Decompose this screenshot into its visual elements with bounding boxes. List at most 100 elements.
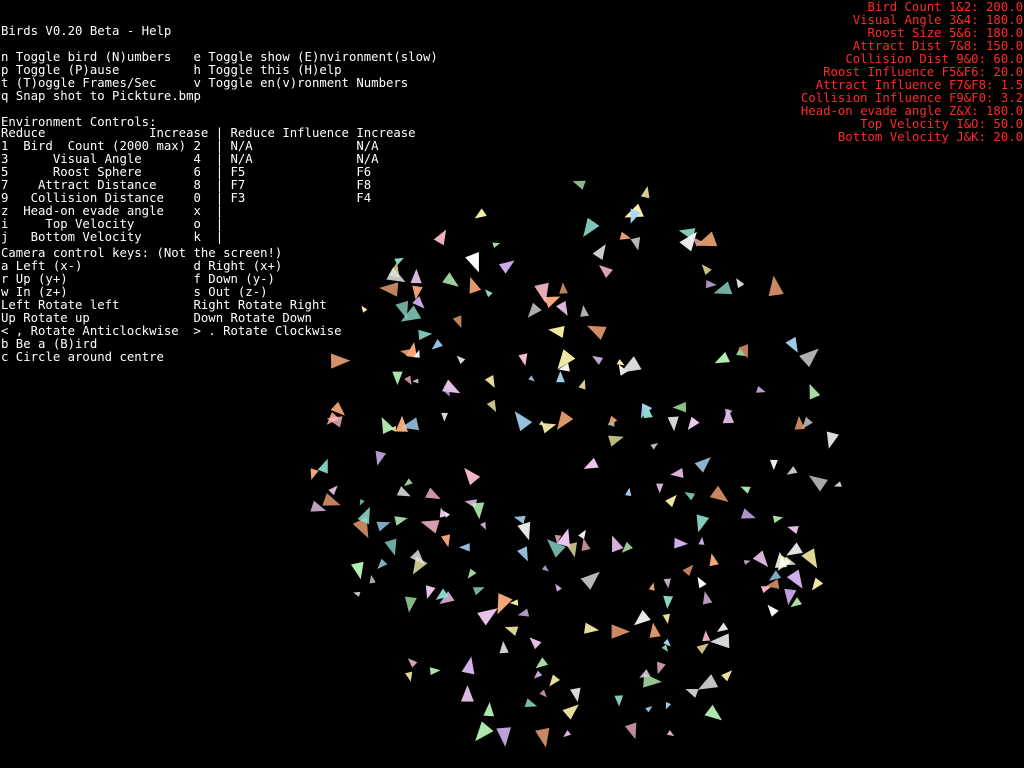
environment-line: j Bottom Velocity k |: [1, 230, 224, 244]
help-toggle-line: q Snap shot to Pickture.bmp: [1, 89, 201, 103]
bird: [452, 315, 462, 328]
bird: [656, 483, 664, 494]
bird: [425, 487, 441, 500]
bird: [633, 609, 651, 626]
bird: [418, 329, 433, 341]
bird: [570, 687, 581, 703]
bird: [458, 543, 470, 552]
flock-viewport[interactable]: Birds V0.20 Beta - Help n Toggle bird (N…: [0, 0, 1024, 768]
bird: [516, 546, 528, 562]
bird: [667, 416, 679, 432]
bird: [583, 457, 599, 469]
bird: [768, 570, 782, 581]
bird: [608, 435, 624, 447]
bird: [598, 265, 613, 278]
bird: [786, 542, 803, 556]
bird: [702, 630, 711, 642]
bird: [662, 613, 671, 624]
bird: [361, 305, 368, 313]
bird: [808, 475, 828, 492]
help-title: Birds V0.20 Beta - Help: [1, 24, 172, 38]
bird: [702, 591, 713, 605]
bird: [557, 410, 574, 430]
bird: [350, 561, 364, 580]
bird: [392, 371, 403, 386]
bird: [420, 520, 440, 534]
bird: [513, 515, 526, 525]
bird: [826, 431, 839, 449]
bird: [697, 576, 707, 589]
bird: [539, 689, 547, 698]
bird: [556, 370, 565, 383]
bird: [472, 587, 485, 596]
bird: [477, 608, 498, 626]
bird: [619, 231, 631, 240]
bird: [541, 565, 549, 572]
bird: [785, 336, 798, 353]
bird: [736, 278, 745, 289]
bird: [696, 643, 709, 655]
bird: [394, 516, 408, 526]
bird: [682, 564, 694, 577]
bird: [400, 349, 411, 357]
bird: [514, 411, 533, 432]
bird: [403, 478, 413, 487]
bird: [376, 521, 391, 532]
bird: [704, 704, 723, 721]
bird: [661, 644, 669, 652]
bird: [786, 569, 803, 589]
bird: [799, 348, 819, 368]
bird: [528, 375, 535, 382]
bird: [548, 326, 565, 339]
bird: [535, 657, 549, 669]
bird: [650, 442, 659, 450]
bird: [433, 229, 447, 246]
bird: [786, 465, 798, 475]
bird: [480, 521, 487, 530]
bird: [809, 383, 821, 400]
bird: [587, 325, 607, 340]
bird: [330, 353, 351, 369]
bird: [665, 494, 677, 508]
bird: [696, 514, 710, 533]
bird: [499, 641, 509, 654]
bird: [714, 351, 731, 364]
bird: [695, 231, 718, 247]
bird: [396, 486, 411, 497]
bird: [563, 729, 572, 738]
bird: [527, 302, 542, 318]
bird: [394, 257, 404, 266]
bird: [535, 727, 550, 748]
bird: [555, 300, 568, 316]
bird: [583, 217, 600, 237]
bird: [379, 282, 399, 297]
bird: [649, 622, 661, 638]
bird: [465, 252, 479, 273]
bird: [317, 458, 328, 474]
bird: [756, 386, 766, 393]
bird: [353, 591, 361, 597]
bird: [412, 285, 423, 300]
bird: [441, 412, 448, 422]
bird: [672, 401, 687, 413]
bird: [614, 695, 624, 707]
bird: [787, 525, 799, 534]
bird: [410, 268, 422, 284]
bird: [592, 244, 606, 261]
bird: [572, 180, 586, 190]
bird: [460, 684, 474, 702]
bird: [705, 279, 717, 289]
bird: [377, 558, 388, 570]
bird: [666, 730, 675, 737]
bird: [456, 355, 466, 365]
bird: [464, 467, 481, 486]
bird: [580, 304, 590, 317]
bird: [811, 577, 824, 591]
bird: [407, 658, 418, 668]
bird: [369, 574, 376, 584]
bird: [471, 502, 485, 520]
bird: [713, 281, 733, 295]
bird: [769, 459, 778, 471]
bird: [322, 493, 341, 506]
bird: [760, 586, 772, 594]
